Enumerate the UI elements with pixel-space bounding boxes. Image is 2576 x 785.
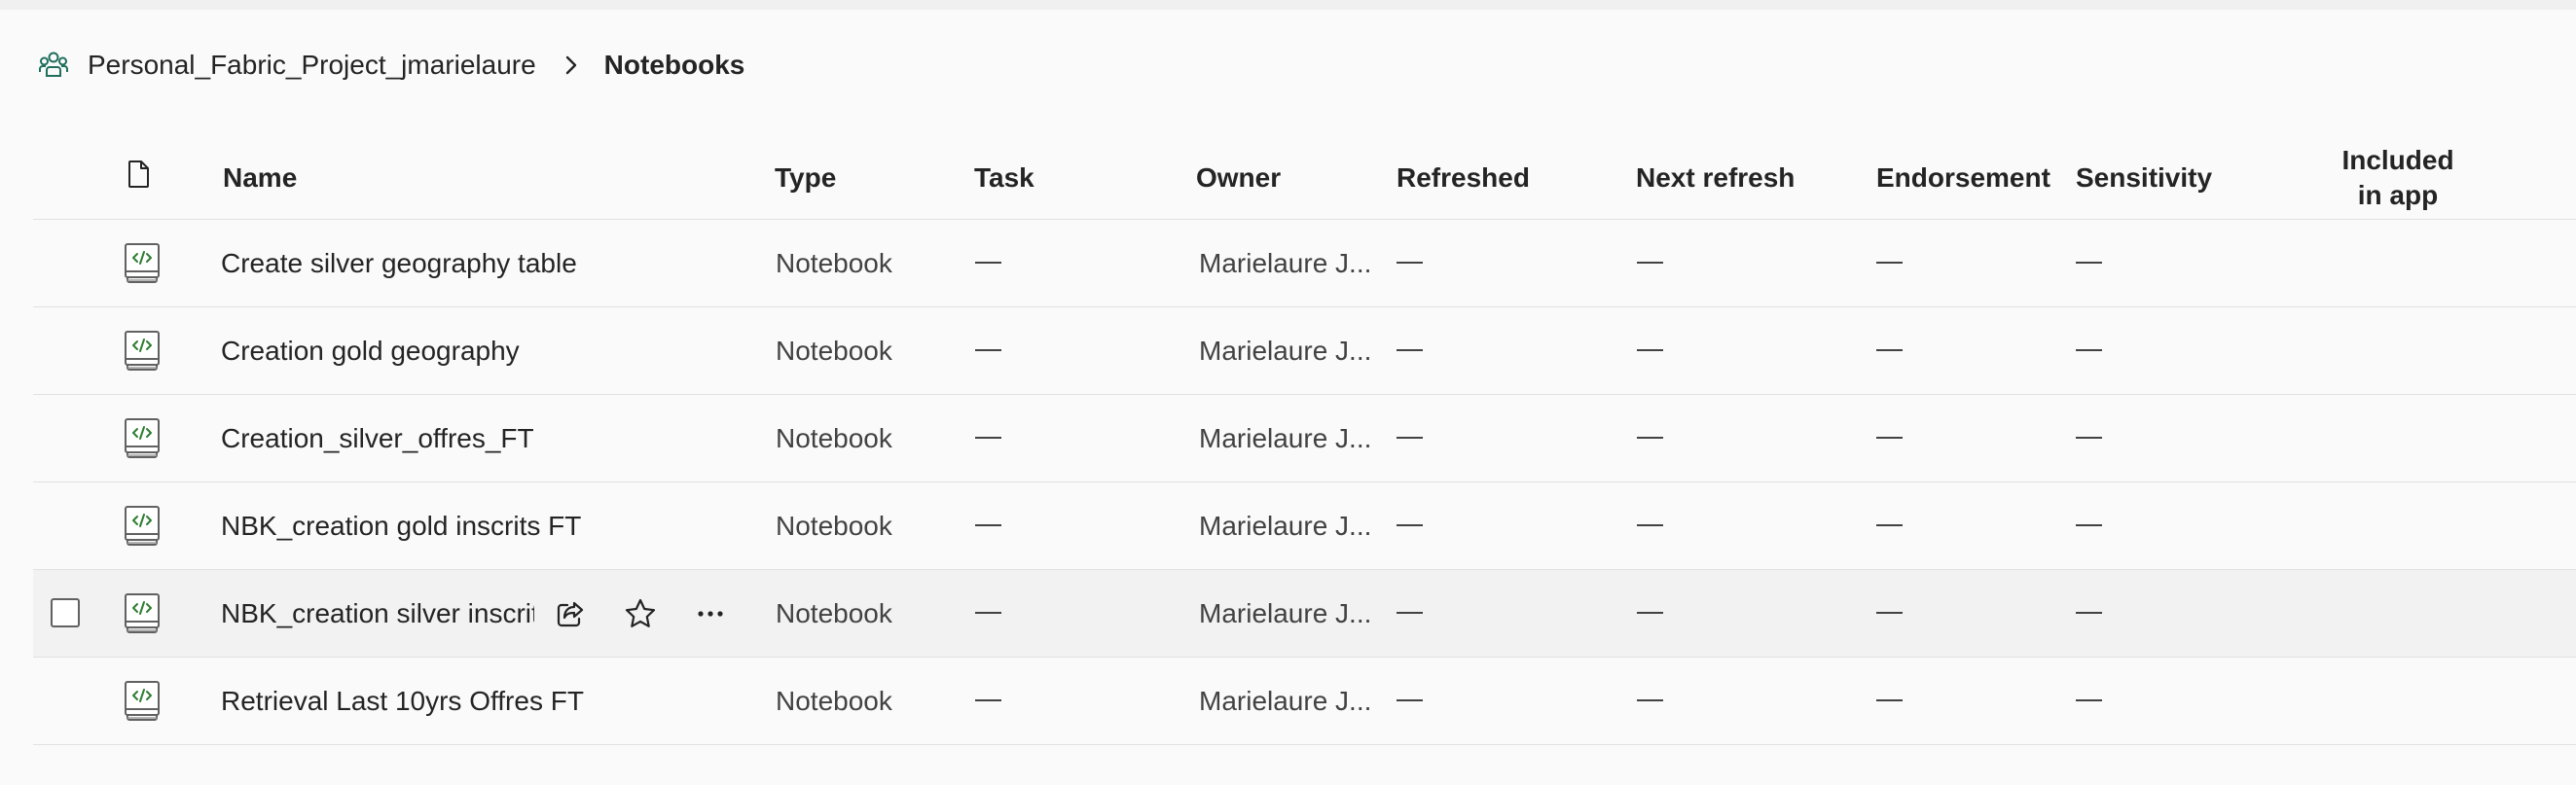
item-refreshed [1397, 349, 1423, 351]
item-task [975, 437, 1001, 439]
table-row[interactable]: Create silver geography table Notebook M… [33, 220, 2576, 307]
item-type: Notebook [776, 510, 892, 541]
notebook-icon[interactable] [123, 680, 162, 723]
breadcrumb-current: Notebooks [603, 50, 745, 80]
table-row[interactable]: Retrieval Last 10yrs Offres FT Notebook … [33, 658, 2576, 745]
more-options-icon[interactable] [693, 596, 728, 631]
item-endorsement [1876, 699, 1903, 701]
item-next-refresh [1637, 437, 1663, 439]
item-owner: Marielaure J... [1199, 335, 1372, 366]
item-name: NBK_creation gold inscrits FT [221, 510, 582, 541]
item-name-link[interactable]: Create silver geography table [221, 220, 577, 306]
item-name: Creation gold geography [221, 335, 520, 366]
item-endorsement [1876, 349, 1903, 351]
item-endorsement [1876, 612, 1903, 614]
item-next-refresh [1637, 262, 1663, 264]
notebook-icon[interactable] [123, 417, 162, 460]
item-endorsement [1876, 262, 1903, 264]
table-row[interactable]: Creation gold geography Notebook Mariela… [33, 307, 2576, 395]
item-task [975, 524, 1001, 526]
item-task [975, 349, 1001, 351]
row-select-checkbox[interactable] [51, 598, 80, 627]
item-name-link[interactable]: Creation_silver_offres_FT [221, 395, 534, 482]
item-sensitivity [2076, 699, 2102, 701]
item-task [975, 612, 1001, 614]
notebook-icon[interactable] [123, 242, 162, 285]
item-owner: Marielaure J... [1199, 685, 1372, 716]
column-header-refreshed[interactable]: Refreshed [1397, 136, 1530, 219]
chevron-right-icon [558, 52, 585, 79]
column-header-endorsement[interactable]: Endorsement [1876, 136, 2050, 219]
item-refreshed [1397, 262, 1423, 264]
table-header: Name Type Task Owner Refreshed Next refr… [33, 136, 2576, 220]
table-row[interactable]: NBK_creation silver inscrits Notebook Ma… [33, 570, 2576, 658]
breadcrumb-workspace-link[interactable]: Personal_Fabric_Project_jmarielaure [88, 50, 536, 81]
item-owner: Marielaure J... [1199, 510, 1372, 541]
item-type: Notebook [776, 422, 892, 453]
file-icon [127, 160, 151, 196]
item-sensitivity [2076, 612, 2102, 614]
share-icon[interactable] [553, 596, 588, 631]
item-sensitivity [2076, 349, 2102, 351]
item-name-link[interactable]: NBK_creation gold inscrits FT [221, 482, 581, 569]
item-next-refresh [1637, 612, 1663, 614]
item-sensitivity [2076, 524, 2102, 526]
item-type: Notebook [776, 247, 892, 278]
column-header-sensitivity[interactable]: Sensitivity [2076, 136, 2212, 219]
item-task [975, 699, 1001, 701]
table-row[interactable]: NBK_creation gold inscrits FT Notebook M… [33, 482, 2576, 570]
column-header-next-refresh[interactable]: Next refresh [1636, 136, 1795, 219]
item-name: Retrieval Last 10yrs Offres FT [221, 685, 584, 716]
notebook-icon[interactable] [123, 505, 162, 548]
column-header-name[interactable]: Name [223, 136, 297, 219]
top-strip [0, 0, 2576, 10]
breadcrumb: Personal_Fabric_Project_jmarielaure Note… [37, 45, 744, 86]
type-column-header[interactable] [127, 136, 151, 219]
item-endorsement [1876, 524, 1903, 526]
item-type: Notebook [776, 335, 892, 366]
item-task [975, 262, 1001, 264]
notebook-icon[interactable] [123, 592, 162, 635]
column-header-task[interactable]: Task [974, 136, 1034, 219]
item-endorsement [1876, 437, 1903, 439]
item-type: Notebook [776, 597, 892, 628]
item-name: Creation_silver_offres_FT [221, 422, 534, 453]
item-next-refresh [1637, 699, 1663, 701]
item-refreshed [1397, 524, 1423, 526]
column-header-type[interactable]: Type [775, 136, 836, 219]
item-name-link[interactable]: NBK_creation silver inscrits [221, 570, 534, 657]
item-type: Notebook [776, 685, 892, 716]
item-name-link[interactable]: Retrieval Last 10yrs Offres FT [221, 658, 584, 744]
item-name-link[interactable]: Creation gold geography [221, 307, 520, 394]
items-table: Name Type Task Owner Refreshed Next refr… [33, 136, 2576, 745]
included-line1: Included [2341, 144, 2454, 175]
item-name: Create silver geography table [221, 247, 577, 278]
item-name: NBK_creation silver inscrits [221, 597, 534, 628]
column-header-included-in-app[interactable]: Included in app [2301, 136, 2495, 219]
item-refreshed [1397, 699, 1423, 701]
item-owner: Marielaure J... [1199, 597, 1372, 628]
column-header-owner[interactable]: Owner [1196, 136, 1281, 219]
item-sensitivity [2076, 262, 2102, 264]
item-next-refresh [1637, 349, 1663, 351]
item-refreshed [1397, 437, 1423, 439]
included-line2: in app [2357, 179, 2439, 210]
workspace-people-icon [37, 49, 70, 82]
table-row[interactable]: Creation_silver_offres_FT Notebook Marie… [33, 395, 2576, 482]
item-owner: Marielaure J... [1199, 247, 1372, 278]
item-refreshed [1397, 612, 1423, 614]
item-owner: Marielaure J... [1199, 422, 1372, 453]
item-next-refresh [1637, 524, 1663, 526]
item-sensitivity [2076, 437, 2102, 439]
star-icon[interactable] [623, 596, 658, 631]
notebook-icon[interactable] [123, 330, 162, 373]
